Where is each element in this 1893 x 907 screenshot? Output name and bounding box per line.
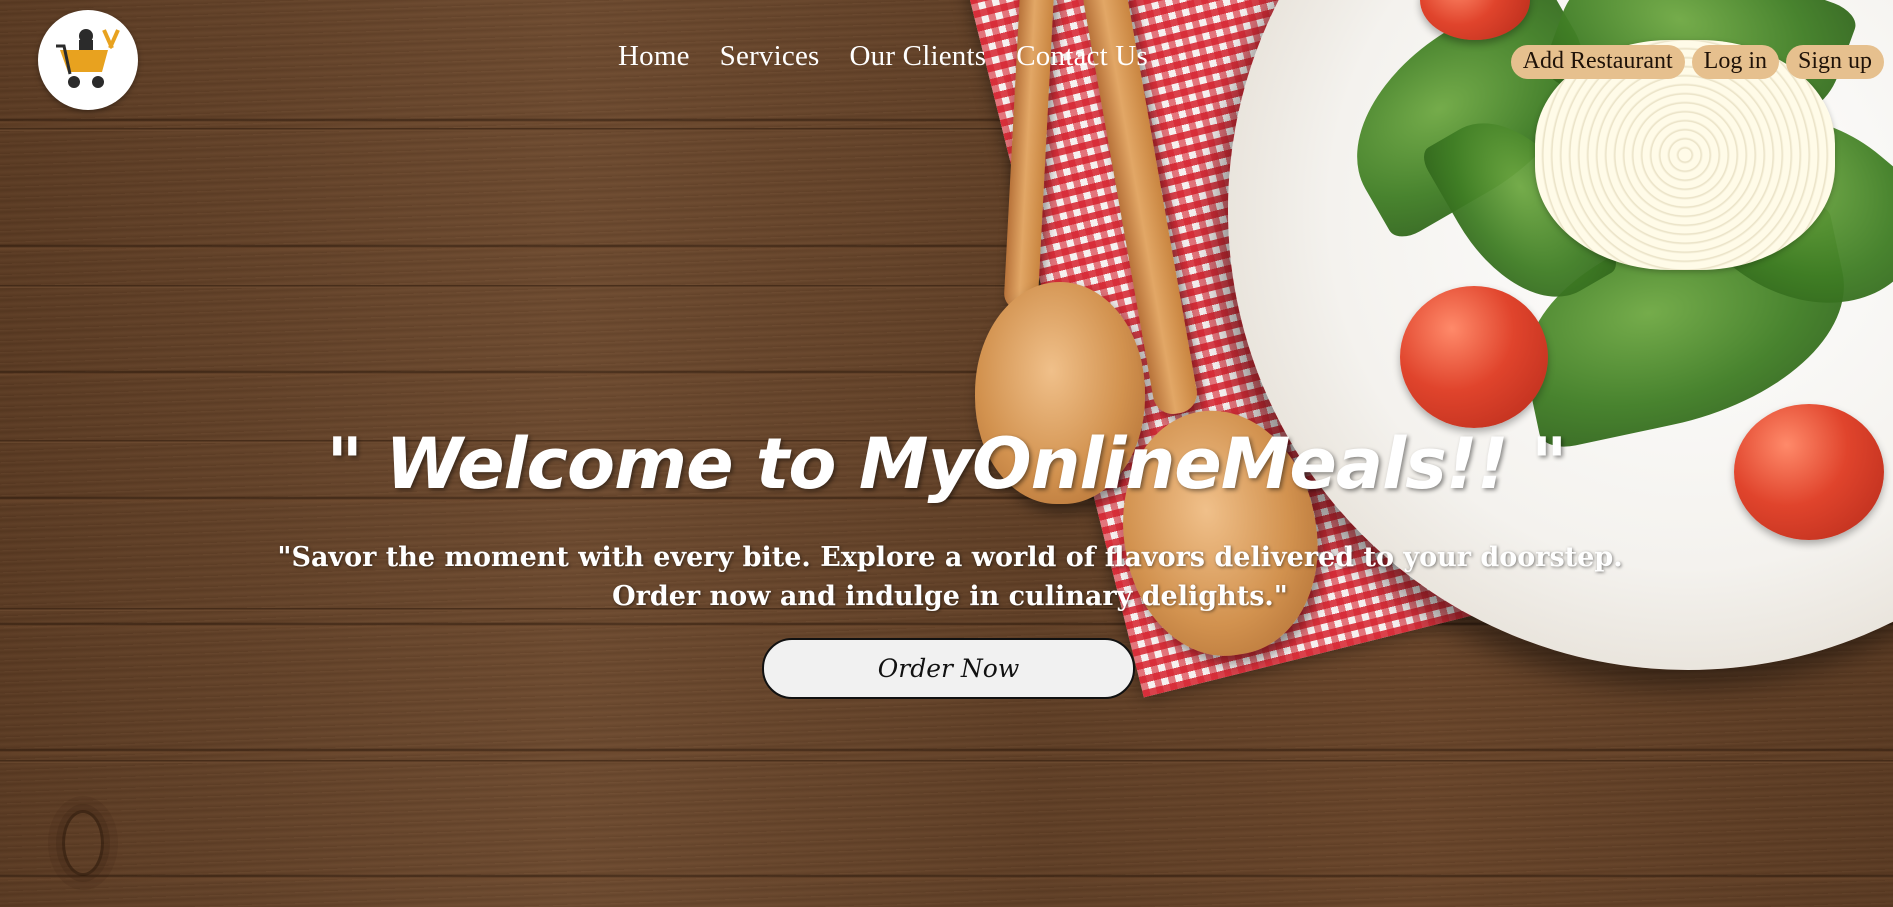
tomato (1400, 286, 1548, 428)
nav-link-our-clients[interactable]: Our Clients (850, 40, 987, 73)
wood-plank-seam (0, 760, 1893, 763)
auth-buttons: Add Restaurant Log in Sign up (1510, 45, 1884, 79)
main-nav: Home Services Our Clients Contact Us (618, 40, 1178, 73)
signup-button[interactable]: Sign up (1785, 45, 1884, 79)
site-logo[interactable] (38, 10, 138, 110)
add-restaurant-button[interactable]: Add Restaurant (1510, 45, 1685, 79)
hero-title: " Welcome to MyOnlineMeals!! " (326, 423, 1568, 505)
food-cart-chef-logo-icon (56, 29, 120, 88)
hero-subtitle: "Savor the moment with every bite. Explo… (277, 542, 1623, 612)
nav-link-services[interactable]: Services (720, 40, 820, 73)
order-now-button[interactable]: Order Now (762, 638, 1135, 699)
nav-link-home[interactable]: Home (618, 40, 690, 73)
nav-link-contact-us[interactable]: Contact Us (1016, 40, 1148, 73)
wood-knot (62, 810, 104, 876)
login-button[interactable]: Log in (1691, 45, 1779, 79)
